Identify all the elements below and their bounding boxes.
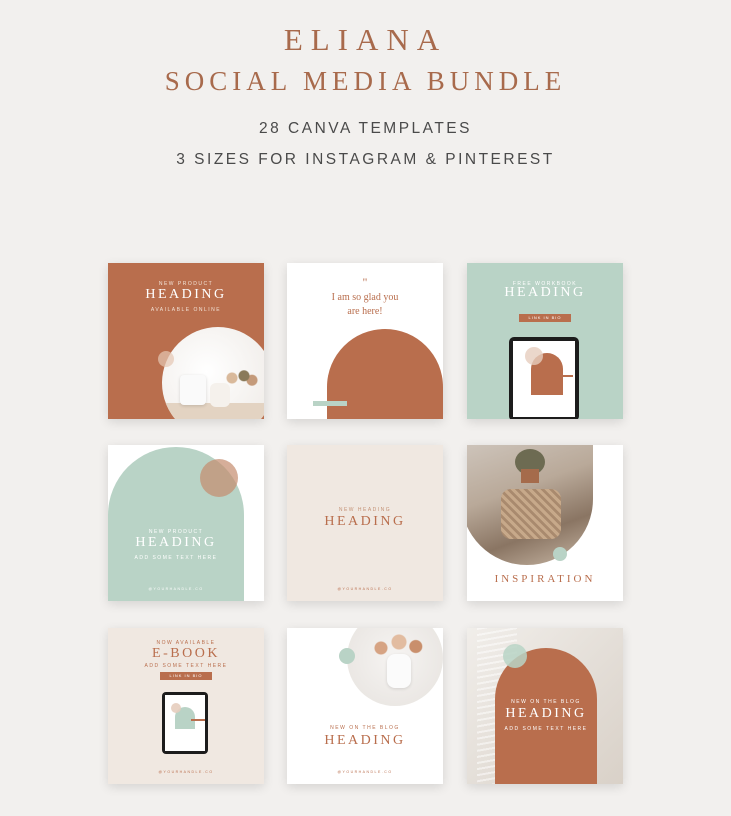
template-tile-sage-arch[interactable]: NEW PRODUCT HEADING ADD SOME TEXT HERE @… [108, 445, 264, 601]
pot-shape [521, 469, 539, 483]
template-tile-inspiration[interactable]: INSPIRATION [467, 445, 623, 601]
mini-line [557, 375, 573, 377]
sage-dot [503, 644, 527, 668]
template-tile-quote[interactable]: " I am so glad you are here! [287, 263, 443, 419]
mini-line [191, 719, 205, 721]
tile-heading: HEADING [504, 285, 586, 300]
dried-flowers [369, 630, 429, 660]
tablet-frame [162, 692, 208, 754]
link-in-bio-button[interactable]: LINK IN BIO [160, 672, 212, 680]
photo-circle [347, 628, 443, 706]
tile-handle: @YOURHANDLE.CO [148, 587, 204, 591]
tile-kicker: NEW HEADING [338, 507, 392, 513]
tile-heading: HEADING [135, 535, 217, 550]
sage-dot [339, 648, 355, 664]
accent-dot [158, 351, 174, 367]
photo-circle [162, 327, 264, 419]
tablet-screen [513, 341, 575, 417]
tile-footer: ADD SOME TEXT HERE [504, 726, 588, 732]
tile-handle: @YOURHANDLE.CO [158, 770, 214, 774]
tile-heading: HEADING [324, 514, 406, 529]
tile-kicker: NEW ON THE BLOG [330, 725, 400, 731]
tile-heading: E-BOOK [152, 646, 220, 661]
template-tile-blog-white[interactable]: NEW ON THE BLOG HEADING @YOURHANDLE.CO [287, 628, 443, 784]
link-in-bio-button[interactable]: LINK IN BIO [519, 314, 571, 322]
tile-heading: HEADING [324, 733, 406, 748]
tile-footer: ADD SOME TEXT HERE [144, 663, 228, 669]
accent-circle [200, 459, 238, 497]
quote-text: I am so glad you are here! [331, 292, 399, 317]
template-tile-workbook[interactable]: FREE WORKBOOK HEADING LINK IN BIO [467, 263, 623, 419]
sage-dot [553, 547, 567, 561]
tile-handle: @YOURHANDLE.CO [337, 587, 393, 591]
mini-dot [525, 347, 543, 365]
tile-footer: AVAILABLE ONLINE [150, 307, 222, 313]
template-tile-new-product[interactable]: NEW PRODUCT HEADING AVAILABLE ONLINE [108, 263, 264, 419]
tablet-screen [165, 695, 205, 751]
mini-dot [171, 703, 181, 713]
photo-blob [467, 445, 593, 565]
template-tile-ebook[interactable]: NOW AVAILABLE E-BOOK ADD SOME TEXT HERE … [108, 628, 264, 784]
template-tile-blog-arch[interactable]: NEW ON THE BLOG HEADING ADD SOME TEXT HE… [467, 628, 623, 784]
tile-handle: @YOURHANDLE.CO [337, 770, 393, 774]
cup-shape [180, 375, 206, 405]
sage-bar [313, 401, 347, 406]
bundle-title: ELIANA [283, 22, 448, 57]
tile-kicker: NEW ON THE BLOG [511, 699, 581, 705]
tile-footer: ADD SOME TEXT HERE [134, 555, 218, 561]
bundle-subtitle: SOCIAL MEDIA BUNDLE [164, 66, 567, 96]
tile-heading: HEADING [145, 287, 227, 302]
tile-heading: INSPIRATION [494, 573, 596, 585]
sizes-line: 3 SIZES FOR INSTAGRAM & PINTEREST [176, 151, 555, 168]
tablet-frame [509, 337, 579, 419]
pillow-shape [501, 489, 561, 539]
templates-count-line: 28 CANVA TEMPLATES [259, 120, 472, 137]
flowers-shape [220, 367, 260, 389]
template-tile-cream-heading[interactable]: NEW HEADING HEADING @YOURHANDLE.CO [287, 445, 443, 601]
quote-mark: " [362, 275, 368, 289]
tile-heading: HEADING [505, 706, 587, 721]
